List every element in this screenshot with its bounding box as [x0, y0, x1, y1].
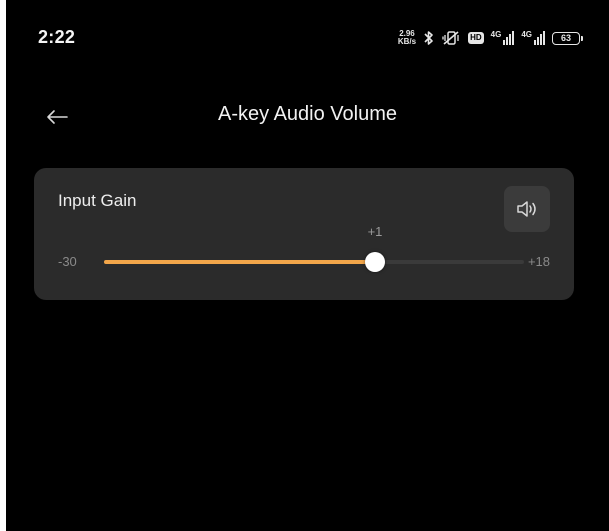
screen: 2:22 2.96 KB/s HD 4G 4G 63 A-key Audio V… [6, 0, 609, 531]
status-bar: 2:22 2.96 KB/s HD 4G 4G 63 [6, 0, 609, 80]
signal-icon-sim2: 4G [521, 31, 545, 45]
vibrate-mute-icon [441, 30, 461, 46]
signal-sim1-label: 4G [490, 30, 502, 39]
slider-thumb[interactable] [365, 252, 385, 272]
hd-voice-badge: HD [468, 32, 484, 44]
network-speed-unit: KB/s [397, 37, 417, 46]
status-icons: 2.96 KB/s HD 4G 4G 63 [398, 28, 583, 48]
signal-sim2-label: 4G [521, 30, 532, 39]
battery-level: 63 [552, 31, 580, 45]
speaker-test-button[interactable] [504, 186, 550, 232]
page-title: A-key Audio Volume [218, 103, 397, 125]
input-gain-card: Input Gain +1 -30 +18 [34, 168, 574, 300]
slider-value-label: +1 [367, 224, 383, 239]
slider-max-label: +18 [527, 254, 550, 269]
battery-icon: 63 [552, 31, 583, 45]
status-time: 2:22 [38, 27, 76, 47]
input-gain-label: Input Gain [58, 191, 137, 210]
network-speed: 2.96 KB/s [398, 30, 416, 46]
input-gain-slider[interactable] [104, 252, 524, 272]
slider-fill [104, 260, 375, 264]
signal-icon-sim1: 4G [491, 31, 515, 45]
bluetooth-icon [423, 30, 434, 46]
slider-min-label: -30 [58, 254, 77, 269]
speaker-icon [517, 201, 536, 217]
